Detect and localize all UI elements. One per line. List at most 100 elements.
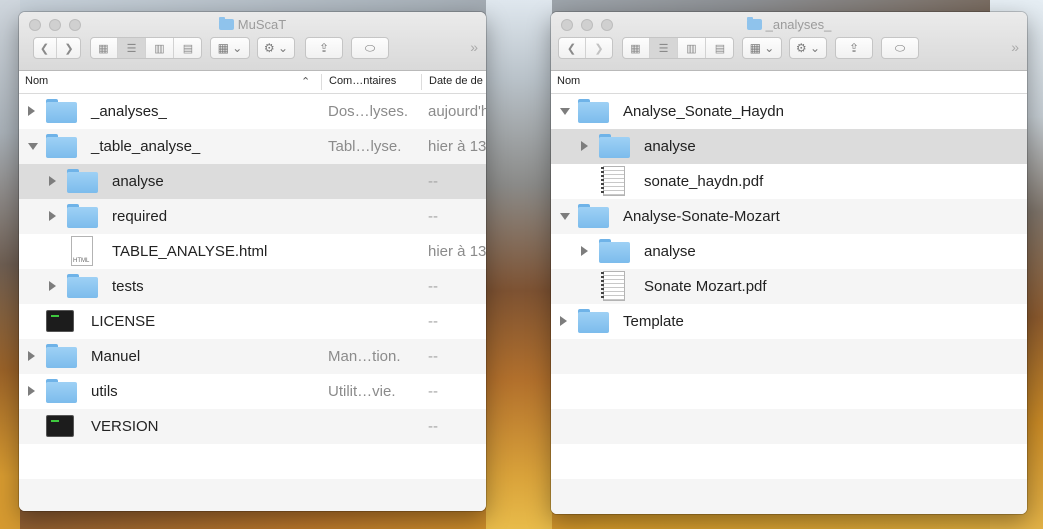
list-row[interactable]: tests -- <box>19 269 486 304</box>
file-name: analyse <box>644 243 696 260</box>
list-row[interactable]: Template <box>551 304 1027 339</box>
empty-row <box>551 339 1027 374</box>
disclosure-open-icon[interactable] <box>560 213 570 220</box>
list-row[interactable]: VERSION -- <box>19 409 486 444</box>
back-button[interactable]: ❮ <box>33 38 57 58</box>
list-row[interactable]: _analyses_ Dos…lyses. aujourd'h <box>19 94 486 129</box>
finder-window-muscat[interactable]: MuScaT ❮ ❯ ▦ ☰ ▥ ▤ ▦ ⌄ ⚙ ⌄ ⇪ ⬭ » Nom ⌃ C… <box>19 12 486 511</box>
file-list: Analyse_Sonate_Haydn analyse sonate_haydn.… <box>551 94 1027 514</box>
sort-ascending-icon: ⌃ <box>301 76 311 88</box>
empty-row <box>551 409 1027 444</box>
column-view-button[interactable]: ▥ <box>678 38 706 58</box>
list-row[interactable]: sonate_haydn.pdf <box>551 164 1027 199</box>
list-row[interactable]: LICENSE -- <box>19 304 486 339</box>
forward-button[interactable]: ❯ <box>57 38 81 58</box>
list-row[interactable]: analyse -- <box>19 164 486 199</box>
list-row[interactable]: Manuel Man…tion. -- <box>19 339 486 374</box>
tags-button[interactable]: ⬭ <box>351 37 389 59</box>
action-button[interactable]: ⚙ ⌄ <box>257 37 295 59</box>
file-name: Sonate Mozart.pdf <box>644 278 767 295</box>
empty-row <box>551 374 1027 409</box>
toolbar-overflow-icon[interactable]: » <box>1011 39 1019 55</box>
tags-button[interactable]: ⬭ <box>881 37 919 59</box>
window-titlebar[interactable]: _analyses_ ❮ ❯ ▦ ☰ ▥ ▤ ▦ ⌄ ⚙ ⌄ ⇪ ⬭ » <box>551 12 1027 71</box>
toolbar: ❮ ❯ ▦ ☰ ▥ ▤ ▦ ⌄ ⚙ ⌄ ⇪ ⬭ » <box>551 37 1027 61</box>
list-view-button[interactable]: ☰ <box>118 38 146 58</box>
disclosure-closed-icon[interactable] <box>49 176 56 186</box>
share-icon: ⇪ <box>318 41 330 55</box>
list-view-button[interactable]: ☰ <box>650 38 678 58</box>
disclosure-open-icon[interactable] <box>28 143 38 150</box>
column-header: Nom ⌃ Com…ntaires Date de de <box>19 71 486 94</box>
empty-row <box>19 444 486 479</box>
list-row[interactable]: Sonate Mozart.pdf <box>551 269 1027 304</box>
share-button[interactable]: ⇪ <box>835 37 873 59</box>
file-name: Template <box>623 313 684 330</box>
list-row[interactable]: TABLE_ANALYSE.html hier à 13 <box>19 234 486 269</box>
arrange-icon: ▦ ⌄ <box>217 41 243 55</box>
window-titlebar[interactable]: MuScaT ❮ ❯ ▦ ☰ ▥ ▤ ▦ ⌄ ⚙ ⌄ ⇪ ⬭ » <box>19 12 486 71</box>
column-header-name[interactable]: Nom <box>25 75 48 87</box>
file-name: Manuel <box>91 348 141 365</box>
list-row[interactable]: required -- <box>19 199 486 234</box>
window-title: MuScaT <box>19 17 486 32</box>
disclosure-closed-icon[interactable] <box>560 316 567 326</box>
file-name: utils <box>91 383 118 400</box>
disclosure-closed-icon[interactable] <box>28 106 35 116</box>
disclosure-closed-icon[interactable] <box>49 281 56 291</box>
list-row[interactable]: utils Utilit…vie. -- <box>19 374 486 409</box>
folder-icon <box>599 239 630 263</box>
column-header-name[interactable]: Nom <box>557 75 580 87</box>
column-separator <box>421 74 422 90</box>
icon-view-button[interactable]: ▦ <box>622 38 650 58</box>
list-row[interactable]: _table_analyse_ Tabl…lyse. hier à 13 <box>19 129 486 164</box>
file-comment: Man…tion. <box>328 348 401 365</box>
finder-window-analyses[interactable]: _analyses_ ❮ ❯ ▦ ☰ ▥ ▤ ▦ ⌄ ⚙ ⌄ ⇪ ⬭ » Nom… <box>551 12 1027 514</box>
view-mode-selector: ▦ ☰ ▥ ▤ <box>622 37 734 59</box>
folder-icon <box>67 204 98 228</box>
file-date: -- <box>428 173 438 190</box>
file-comment: Utilit…vie. <box>328 383 396 400</box>
disclosure-closed-icon[interactable] <box>581 246 588 256</box>
column-header-comments[interactable]: Com…ntaires <box>329 75 396 87</box>
disclosure-closed-icon[interactable] <box>581 141 588 151</box>
empty-row <box>551 479 1027 514</box>
file-date: -- <box>428 208 438 225</box>
back-forward-buttons: ❮ ❯ <box>33 37 81 59</box>
file-date: -- <box>428 278 438 295</box>
forward-icon: ❯ <box>64 42 74 55</box>
disclosure-closed-icon[interactable] <box>28 351 35 361</box>
action-button[interactable]: ⚙ ⌄ <box>789 37 827 59</box>
toolbar-overflow-icon[interactable]: » <box>470 39 478 55</box>
terminal-document-icon <box>46 415 74 437</box>
column-header: Nom <box>551 71 1027 94</box>
window-title-text: MuScaT <box>237 17 287 32</box>
share-icon: ⇪ <box>848 41 860 55</box>
file-date: -- <box>428 313 438 330</box>
arrange-button[interactable]: ▦ ⌄ <box>210 37 250 59</box>
file-name: _table_analyse_ <box>91 138 201 155</box>
gallery-view-button[interactable]: ▤ <box>706 38 734 58</box>
file-date: -- <box>428 418 438 435</box>
arrange-button[interactable]: ▦ ⌄ <box>742 37 782 59</box>
list-row[interactable]: Analyse_Sonate_Haydn <box>551 94 1027 129</box>
list-row[interactable]: Analyse-Sonate-Mozart <box>551 199 1027 234</box>
gallery-view-button[interactable]: ▤ <box>174 38 202 58</box>
icon-view-button[interactable]: ▦ <box>90 38 118 58</box>
desktop-wallpaper <box>0 0 20 529</box>
back-forward-buttons: ❮ ❯ <box>558 37 613 59</box>
html-file-icon <box>71 236 93 266</box>
list-row[interactable]: analyse <box>551 234 1027 269</box>
disclosure-open-icon[interactable] <box>560 108 570 115</box>
back-button[interactable]: ❮ <box>559 38 586 58</box>
disclosure-closed-icon[interactable] <box>28 386 35 396</box>
forward-button[interactable]: ❯ <box>586 38 613 58</box>
disclosure-closed-icon[interactable] <box>49 211 56 221</box>
column-header-date[interactable]: Date de de <box>429 75 483 87</box>
file-name: sonate_haydn.pdf <box>644 173 764 190</box>
column-view-button[interactable]: ▥ <box>146 38 174 58</box>
share-button[interactable]: ⇪ <box>305 37 343 59</box>
file-date: aujourd'h <box>428 103 486 120</box>
folder-icon <box>746 17 762 30</box>
list-row[interactable]: analyse <box>551 129 1027 164</box>
